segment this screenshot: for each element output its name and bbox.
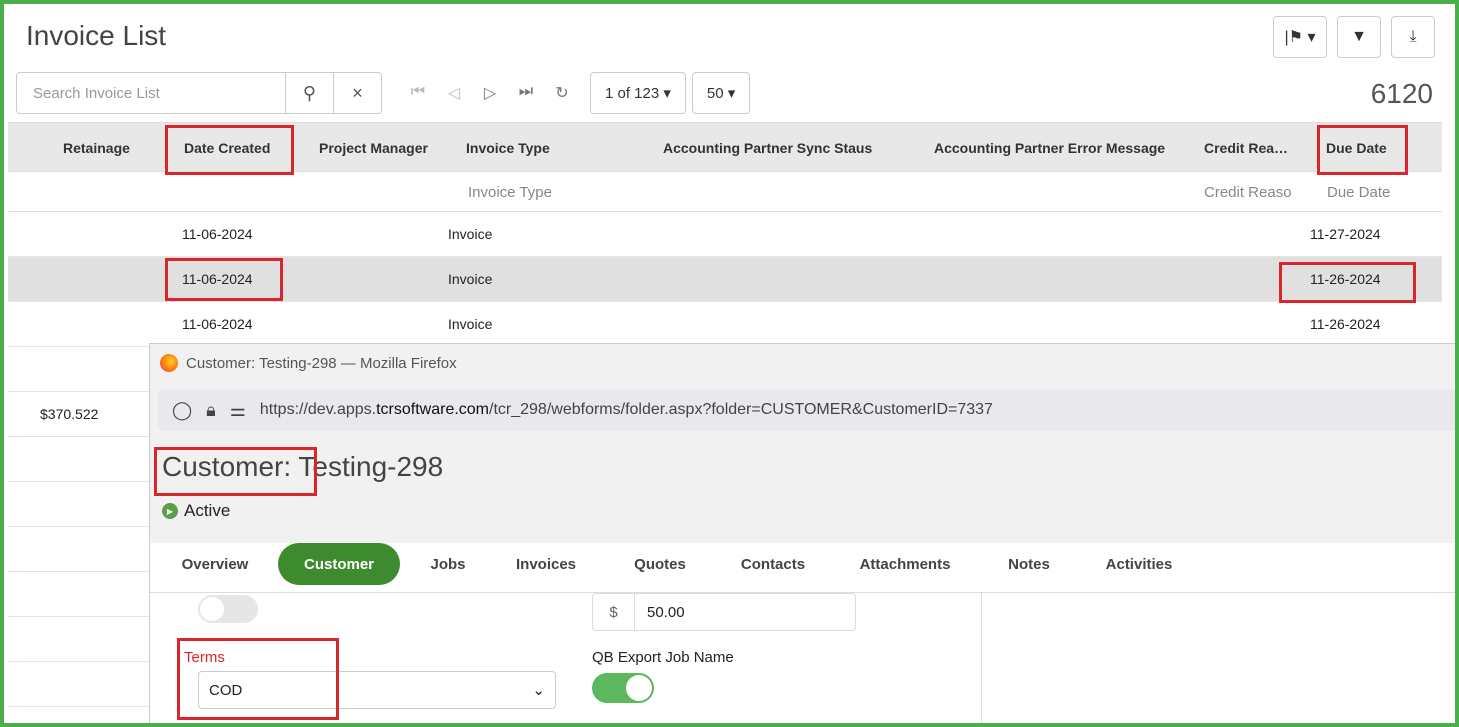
page-size-select[interactable]: 50 ▾ (691, 72, 751, 114)
url-bar[interactable]: ◯ 🔒︎ ⚌ https://dev.apps.tcrsoftware.com/… (158, 389, 1455, 431)
record-count: 6120 (1370, 78, 1433, 109)
customer-page: Customer: Testing-298 ▶ Active Overview … (150, 439, 1455, 723)
grid-filter-row: Invoice Type Credit Reaso Due Date (8, 172, 1442, 212)
currency-symbol: $ (593, 594, 635, 630)
qb-export-label: QB Export Job Name (592, 649, 734, 666)
firefox-popup-window: Customer: Testing-298 — Mozilla Firefox … (149, 343, 1455, 723)
cell-invoice-type: Invoice (448, 316, 493, 332)
qb-export-toggle[interactable] (592, 673, 654, 703)
filter-button[interactable]: ▼ (1337, 16, 1381, 58)
tab-customer[interactable]: Customer (278, 543, 400, 585)
download-button[interactable]: ⤓ (1391, 16, 1435, 58)
col-due-date[interactable]: Due Date (1326, 140, 1387, 156)
filter-invoice-type[interactable]: Invoice Type (468, 184, 552, 201)
toggle-switch-off[interactable] (198, 595, 258, 623)
customer-name: Testing-298 (291, 451, 444, 482)
flag-menu-button[interactable]: |⚑ ▾ (1273, 16, 1327, 58)
cell-retainage: $370.522 (40, 406, 99, 422)
cell-due-date: 11-27-2024 (1310, 226, 1381, 242)
table-row[interactable]: 11-06-2024 Invoice 11-26-2024 (8, 302, 1442, 347)
cell-date-created: 11-06-2024 (182, 316, 253, 332)
lock-icon[interactable]: 🔒︎ (206, 400, 216, 421)
terms-select[interactable]: COD ⌄ (198, 671, 556, 709)
col-sync-status[interactable]: Accounting Partner Sync Staus (663, 140, 872, 156)
page-title: Invoice List (26, 20, 167, 51)
customer-form: $ 50.00 Terms COD ⌄ QB Export Job Name (150, 593, 1455, 723)
amount-value: 50.00 (647, 603, 685, 621)
tab-attachments[interactable]: Attachments (850, 543, 960, 585)
status-text: Active (184, 501, 231, 520)
col-date-created[interactable]: Date Created (184, 140, 270, 156)
first-page-icon[interactable]: ⏮ (400, 83, 436, 103)
col-invoice-type[interactable]: Invoice Type (466, 140, 550, 156)
shield-icon[interactable]: ◯ (172, 400, 192, 421)
screenshot-frame: Invoice List |⚑ ▾ ▼ ⤓ Search Invoice Lis… (0, 0, 1459, 727)
url-prefix: https://dev.apps. (259, 401, 377, 418)
page-select[interactable]: 1 of 123 ▾ (590, 72, 686, 114)
tab-jobs[interactable]: Jobs (418, 543, 478, 585)
customer-label: Customer: (162, 451, 292, 482)
col-credit-reason[interactable]: Credit Rea… (1204, 140, 1288, 156)
col-retainage[interactable]: Retainage (63, 140, 130, 156)
tab-quotes[interactable]: Quotes (620, 543, 700, 585)
table-row-selected[interactable]: 11-06-2024 Invoice 11-26-2024 (8, 257, 1442, 302)
form-panel: $ 50.00 Terms COD ⌄ QB Export Job Name (162, 593, 982, 723)
tab-notes[interactable]: Notes (996, 543, 1062, 585)
terms-label: Terms (184, 649, 225, 666)
grid-header: Retainage Date Created Project Manager I… (8, 122, 1442, 172)
cell-due-date: 11-26-2024 (1310, 271, 1381, 287)
status-badge: ▶ Active (162, 501, 230, 521)
tab-contacts[interactable]: Contacts (728, 543, 818, 585)
header-actions: |⚑ ▾ ▼ ⤓ (1273, 16, 1435, 58)
tab-activities[interactable]: Activities (1094, 543, 1184, 585)
url-text[interactable]: https://dev.apps.tcrsoftware.com/tcr_298… (260, 401, 993, 419)
filter-icon: ▼ (1351, 28, 1367, 45)
prev-page-icon[interactable]: ◁ (436, 83, 472, 103)
customer-tabs: Overview Customer Jobs Invoices Quotes C… (150, 543, 1455, 593)
cell-date-created: 11-06-2024 (182, 271, 253, 287)
cell-date-created: 11-06-2024 (182, 226, 253, 242)
terms-value: COD (209, 681, 243, 699)
cell-invoice-type: Invoice (448, 226, 493, 242)
tab-overview[interactable]: Overview (170, 543, 260, 585)
search-button[interactable]: ⚲ (286, 72, 334, 114)
permissions-icon[interactable]: ⚌ (230, 400, 246, 421)
filter-credit-reason[interactable]: Credit Reaso (1204, 184, 1292, 201)
search-icon: ⚲ (302, 82, 317, 103)
last-page-icon[interactable]: ⏭ (508, 83, 544, 103)
filter-due-date[interactable]: Due Date (1327, 184, 1390, 201)
table-row[interactable]: 11-06-2024 Invoice 11-27-2024 (8, 212, 1442, 257)
cell-due-date: 11-26-2024 (1310, 316, 1381, 332)
url-path: /tcr_298/webforms/folder.aspx?folder=CUS… (489, 401, 993, 418)
next-page-icon[interactable]: ▷ (472, 83, 508, 103)
clear-search-button[interactable]: × (334, 72, 382, 114)
flag-icon: |⚑ ▾ (1284, 29, 1316, 46)
refresh-icon[interactable]: ↻ (544, 83, 580, 103)
pager: ⏮ ◁ ▷ ⏭ ↻ (400, 83, 580, 103)
amount-field[interactable]: $ 50.00 (592, 593, 856, 631)
download-icon: ⤓ (1409, 28, 1417, 45)
close-icon: × (352, 82, 363, 103)
col-error-message[interactable]: Accounting Partner Error Message (934, 140, 1165, 156)
window-titlebar: Customer: Testing-298 — Mozilla Firefox (160, 354, 457, 372)
col-project-manager[interactable]: Project Manager (319, 140, 428, 156)
play-icon: ▶ (162, 503, 178, 519)
window-title: Customer: Testing-298 — Mozilla Firefox (186, 354, 457, 372)
url-host: tcrsoftware.com (376, 401, 490, 418)
cell-invoice-type: Invoice (448, 271, 493, 287)
chevron-down-icon: ⌄ (532, 682, 545, 699)
search-input[interactable]: Search Invoice List (16, 72, 286, 114)
tab-invoices[interactable]: Invoices (506, 543, 586, 585)
grid-toolbar: Search Invoice List ⚲ × ⏮ ◁ ▷ ⏭ ↻ 1 of 1… (16, 72, 751, 114)
firefox-icon (160, 354, 178, 372)
customer-title: Customer: Testing-298 (162, 451, 443, 483)
